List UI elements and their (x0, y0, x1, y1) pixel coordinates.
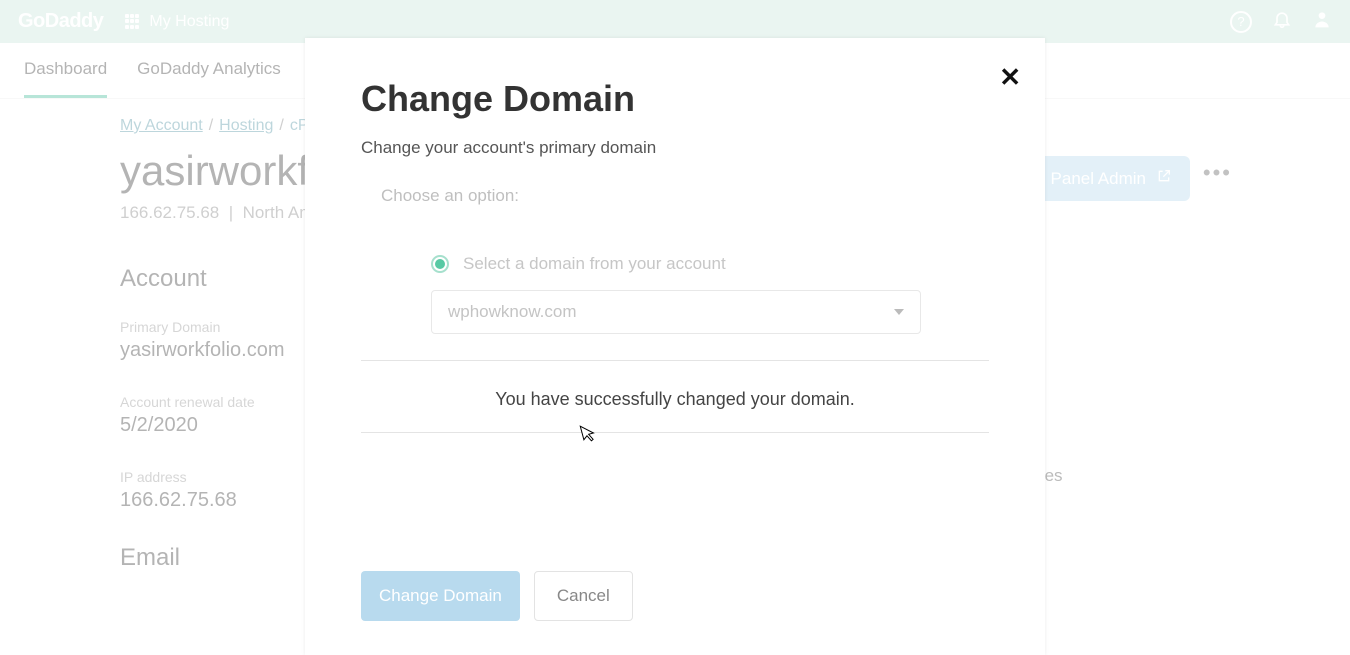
success-message: You have successfully changed your domai… (361, 389, 989, 410)
cancel-button[interactable]: Cancel (534, 571, 633, 621)
close-icon[interactable]: ✕ (999, 62, 1021, 93)
modal-title: Change Domain (361, 78, 989, 120)
modal-subtitle: Change your account's primary domain (361, 138, 989, 158)
change-domain-modal: ✕ Change Domain Change your account's pr… (305, 38, 1045, 655)
choose-option-label: Choose an option: (361, 186, 989, 206)
chevron-down-icon (894, 309, 904, 315)
radio-selected-icon (431, 255, 449, 273)
option-label: Select a domain from your account (463, 254, 726, 274)
domain-select-value: wphowknow.com (448, 302, 577, 322)
option-select-from-account[interactable]: Select a domain from your account (371, 254, 979, 274)
change-domain-button[interactable]: Change Domain (361, 571, 520, 621)
domain-select[interactable]: wphowknow.com (431, 290, 921, 334)
